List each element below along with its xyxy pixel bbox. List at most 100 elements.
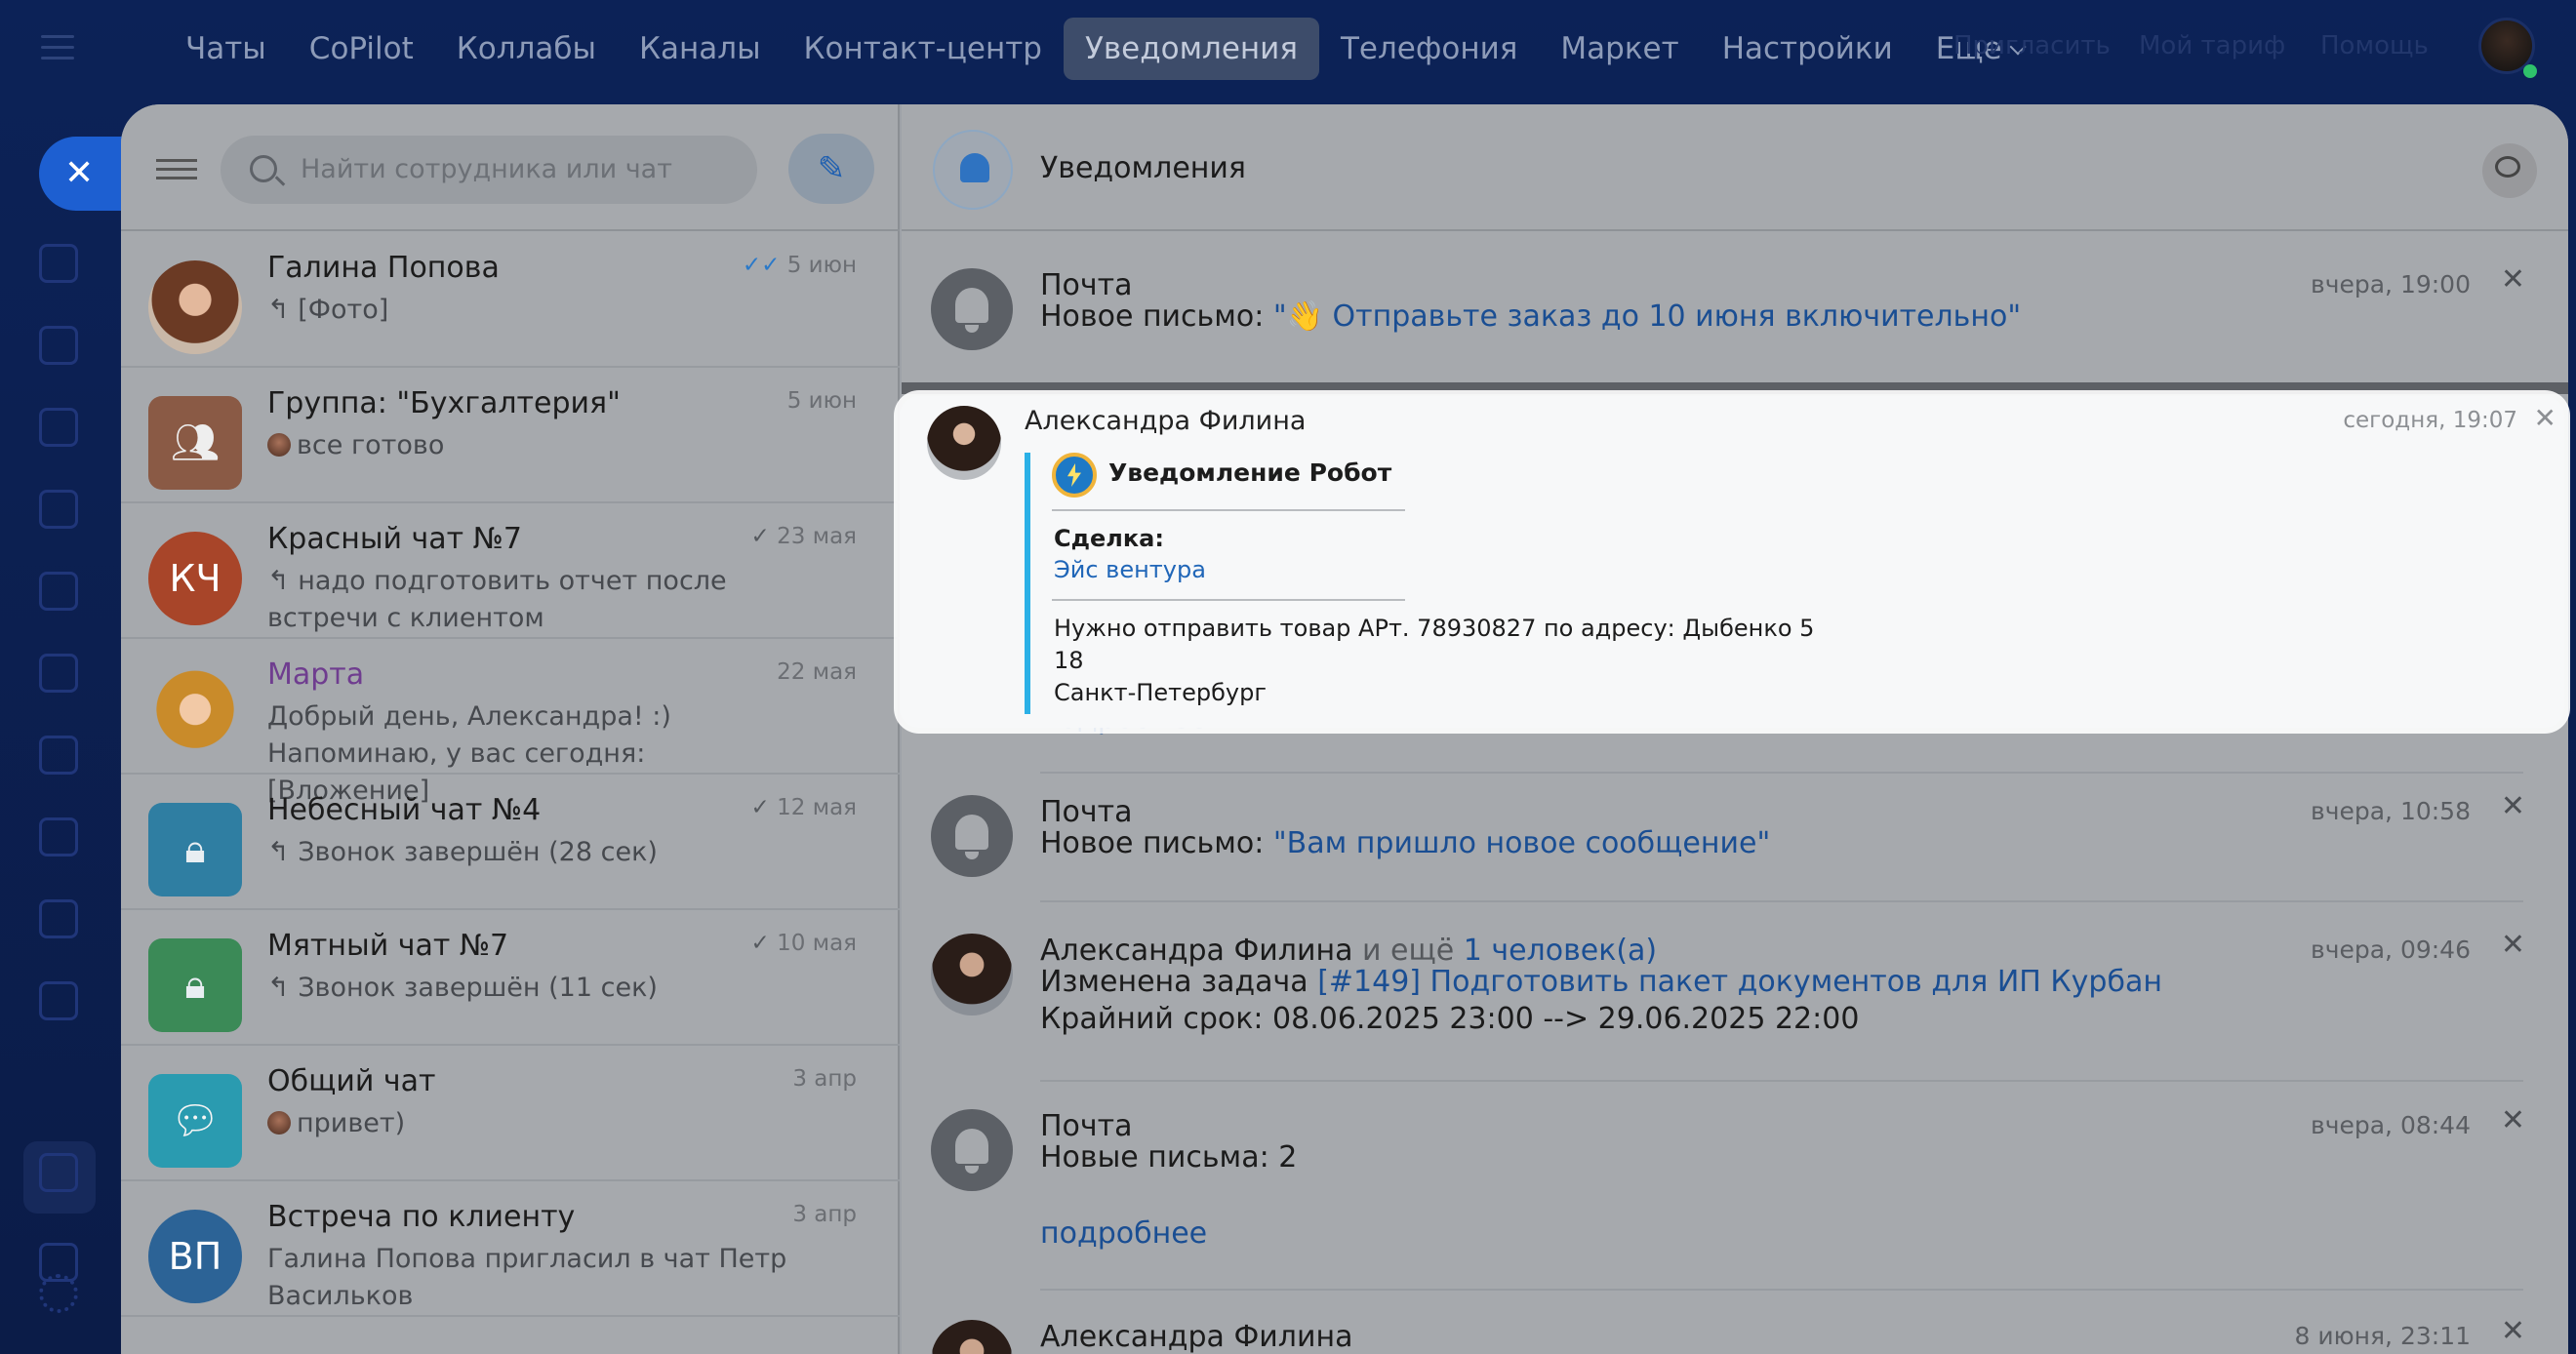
author-mini-avatar bbox=[267, 433, 291, 457]
nav-item-7[interactable]: Маркет bbox=[1539, 18, 1700, 80]
notification-time: вчера, 09:46 bbox=[2310, 936, 2471, 964]
chat-preview: ↰ надо подготовить отчет после встречи с… bbox=[267, 563, 814, 637]
chat-date-text: 23 мая bbox=[777, 524, 857, 549]
messenger-window: Найти сотрудника или чат ✎ Галина Попова… bbox=[121, 104, 2568, 1354]
notification-text: Изменена задача [#149] Подготовить пакет… bbox=[1040, 963, 2162, 1002]
sender-avatar[interactable] bbox=[931, 1320, 1013, 1354]
chat-avatar: 💬︎ bbox=[148, 1074, 242, 1168]
chat-list-item[interactable]: 🔒︎ Небесный чат №4 ✓ 12 мая ↰ Звонок заверш… bbox=[121, 774, 900, 910]
tariff-link[interactable]: Мой тариф bbox=[2139, 31, 2285, 60]
chat-list-item[interactable]: КЧ Красный чат №7 ✓ 23 мая ↰ надо подготови… bbox=[121, 502, 900, 639]
search-input[interactable]: Найти сотрудника или чат bbox=[221, 136, 757, 204]
rail-activity-icon[interactable] bbox=[39, 244, 78, 283]
more-link[interactable]: подробнее bbox=[1040, 1215, 1207, 1254]
nav-item-label: Маркет bbox=[1560, 31, 1679, 66]
chat-list-item[interactable]: Галина Попова ✓✓ 5 июн ↰ [Фото] bbox=[121, 231, 900, 368]
lock-icon: 🔒︎ bbox=[184, 827, 206, 872]
notifications-search-button[interactable] bbox=[2482, 143, 2537, 198]
filter-icon[interactable] bbox=[156, 153, 197, 188]
deal-link[interactable]: Эйс вентура bbox=[1054, 556, 1206, 583]
chat-list-header: Найти сотрудника или чат ✎ bbox=[121, 104, 900, 231]
chat-preview-text: [Фото] bbox=[298, 295, 389, 325]
reply-icon: ↰ bbox=[267, 295, 299, 325]
notification-text: Новые письма: 2 bbox=[1040, 1140, 1298, 1175]
dismiss-notification-button[interactable]: ✕ bbox=[2501, 1103, 2525, 1137]
invite-link[interactable]: Пригласить bbox=[1953, 31, 2111, 60]
quote-bar bbox=[1025, 453, 1030, 714]
dismiss-notification-button[interactable]: ✕ bbox=[2501, 262, 2525, 297]
avatar-initials: ВП bbox=[168, 1235, 222, 1278]
rail-crm-icon[interactable] bbox=[39, 654, 78, 693]
chat-date: 22 мая bbox=[777, 659, 857, 685]
nav-item-label: Настройки bbox=[1721, 31, 1893, 66]
popup-notification[interactable]: Александра Филина сегодня, 19:07 ✕ Уведо… bbox=[900, 396, 2564, 728]
notifications-title: Уведомления bbox=[1040, 151, 1246, 185]
help-link[interactable]: Помощь bbox=[2320, 31, 2429, 60]
chat-list-item[interactable]: ВП Встреча по клиенту 3 апр Галина Попова п… bbox=[121, 1180, 900, 1317]
read-check-icon: ✓ bbox=[750, 524, 770, 549]
top-nav-items: Чаты CoPilot Коллабы Каналы Контакт-центр Уве… bbox=[164, 18, 2045, 80]
reply-icon: ↰ bbox=[267, 837, 299, 867]
divider bbox=[1040, 772, 2523, 774]
menu-icon[interactable] bbox=[41, 35, 74, 60]
rail-contacts-icon[interactable] bbox=[39, 817, 78, 856]
chat-date: 5 июн bbox=[787, 388, 857, 414]
chat-date-text: 3 апр bbox=[792, 1066, 857, 1092]
close-icon: ✕ bbox=[64, 153, 95, 193]
popup-close-button[interactable]: ✕ bbox=[2534, 402, 2556, 434]
nav-item-8[interactable]: Настройки bbox=[1701, 18, 1914, 80]
chat-preview: ↰ Звонок завершён (28 сек) bbox=[267, 834, 814, 871]
chat-preview-text: Звонок завершён (28 сек) bbox=[298, 837, 658, 867]
chat-list-item[interactable]: 👥︎ Группа: "Бухгалтерия" 5 июн все готово bbox=[121, 367, 900, 503]
notification-link[interactable]: "👋 Отправьте заказ до 10 июня включитель… bbox=[1273, 299, 2021, 334]
nav-item-3[interactable]: Каналы bbox=[618, 18, 783, 80]
rail-chat-icon[interactable] bbox=[39, 408, 78, 447]
chat-avatar bbox=[148, 667, 242, 761]
online-status-icon bbox=[2523, 64, 2537, 78]
rail-docs-icon[interactable] bbox=[39, 572, 78, 611]
popup-sender: Александра Филина bbox=[1025, 406, 1307, 436]
chat-list-item[interactable]: 💬︎ Общий чат 3 апр привет) bbox=[121, 1045, 900, 1181]
lock-icon: 🔒︎ bbox=[184, 963, 206, 1008]
divider bbox=[1052, 509, 1405, 511]
bell-icon bbox=[933, 130, 1013, 210]
new-chat-button[interactable]: ✎ bbox=[788, 134, 874, 204]
chat-date: 3 апр bbox=[792, 1066, 857, 1092]
chat-avatar: 👥︎ bbox=[148, 396, 242, 490]
chat-preview-text: все готово bbox=[297, 430, 445, 460]
chat-list-item[interactable]: Марта 22 мая Добрый день, Александра! :) Н… bbox=[121, 638, 900, 806]
dismiss-notification-button[interactable]: ✕ bbox=[2501, 1314, 2525, 1348]
notification-prefix: Новое письмо: bbox=[1040, 299, 1273, 334]
settings-gear-icon[interactable] bbox=[39, 1274, 78, 1313]
dismiss-notification-button[interactable]: ✕ bbox=[2501, 789, 2525, 823]
notification-text: Новое письмо: "Вам пришло новое сообщени… bbox=[1040, 824, 1770, 863]
deadline-text: Крайний срок: 08.06.2025 23:00 --> 29.06… bbox=[1040, 1002, 1860, 1036]
chat-name: Группа: "Бухгалтерия" bbox=[267, 386, 621, 420]
notification-prefix: Изменена задача bbox=[1040, 965, 1318, 999]
rail-tasks-icon[interactable] bbox=[39, 981, 78, 1020]
task-link[interactable]: [#149] Подготовить пакет документов для … bbox=[1317, 965, 2162, 999]
dismiss-notification-button[interactable]: ✕ bbox=[2501, 928, 2525, 962]
nav-item-4[interactable]: Контакт-центр bbox=[783, 18, 1064, 80]
chat-list-item[interactable]: 🔒︎ Мятный чат №7 ✓ 10 мая ↰ Звонок завершён… bbox=[121, 909, 900, 1046]
nav-item-2[interactable]: Коллабы bbox=[435, 18, 618, 80]
sender-avatar[interactable] bbox=[927, 406, 1001, 480]
rail-calendar-icon[interactable] bbox=[39, 490, 78, 529]
notification-link[interactable]: "Вам пришло новое сообщение" bbox=[1273, 826, 1770, 860]
chat-date: ✓ 12 мая bbox=[751, 795, 857, 820]
rail-edit-icon[interactable] bbox=[39, 899, 78, 938]
nav-item-1[interactable]: CoPilot bbox=[288, 18, 435, 80]
notifications-header: Уведомления bbox=[902, 104, 2568, 231]
read-check-icon: ✓ bbox=[750, 795, 770, 820]
nav-item-0[interactable]: Чаты bbox=[164, 18, 288, 80]
nav-item-6[interactable]: Телефония bbox=[1319, 18, 1539, 80]
chat-avatar bbox=[148, 260, 242, 354]
nav-item-label: CoPilot bbox=[308, 31, 414, 66]
group-icon: 👥︎ bbox=[170, 420, 221, 465]
chat-name: Встреча по клиенту bbox=[267, 1200, 576, 1234]
nav-item-5[interactable]: Уведомления bbox=[1064, 18, 1319, 80]
sender-avatar[interactable] bbox=[931, 934, 1013, 1016]
rail-messenger-icon[interactable] bbox=[39, 1153, 78, 1192]
rail-mail-icon[interactable] bbox=[39, 736, 78, 775]
rail-feed-icon[interactable] bbox=[39, 326, 78, 365]
